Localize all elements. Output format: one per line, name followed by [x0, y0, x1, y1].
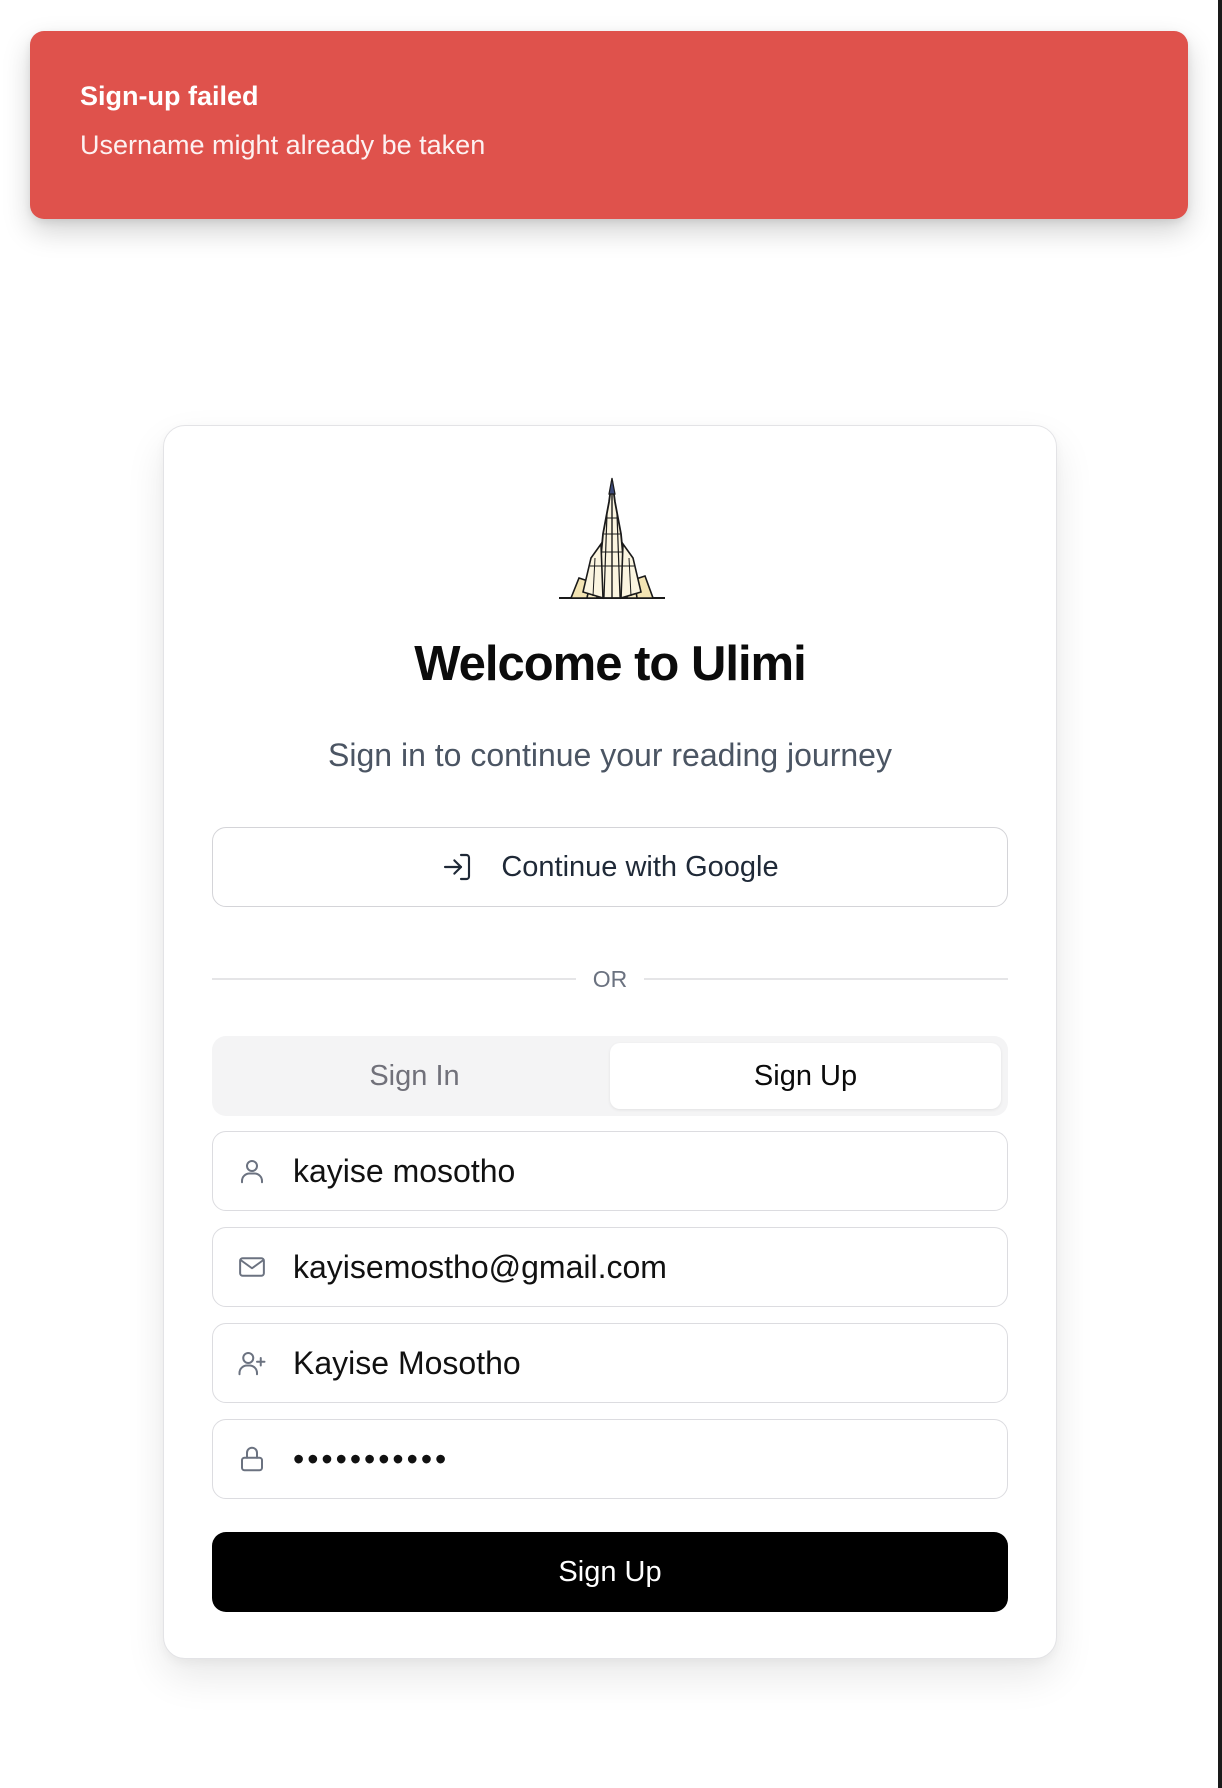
log-in-icon — [444, 853, 471, 881]
tower-illustration-icon — [557, 474, 667, 602]
divider-line — [644, 978, 1008, 980]
email-input[interactable] — [293, 1228, 1007, 1306]
google-button-label: Continue with Google — [501, 850, 779, 883]
display-name-field[interactable] — [212, 1323, 1008, 1403]
display-name-input[interactable] — [293, 1324, 1007, 1402]
email-field[interactable] — [212, 1227, 1008, 1307]
toast-description: Username might already be taken — [80, 130, 486, 160]
page-subtitle: Sign in to continue your reading journey — [328, 737, 892, 773]
toast-title: Sign-up failed — [80, 81, 259, 111]
divider-line — [212, 978, 576, 980]
user-icon — [237, 1156, 267, 1186]
password-input[interactable] — [293, 1420, 1007, 1498]
tab-sign-in[interactable]: Sign In — [219, 1043, 610, 1109]
password-field[interactable] — [212, 1419, 1008, 1499]
username-field[interactable] — [212, 1131, 1008, 1211]
sign-up-button[interactable]: Sign Up — [212, 1532, 1008, 1612]
window-edge — [1218, 0, 1222, 1788]
app-viewport: Sign-up failed Username might already be… — [0, 0, 1222, 1788]
tab-sign-up[interactable]: Sign Up — [610, 1043, 1001, 1109]
auth-tabs: Sign In Sign Up — [212, 1036, 1008, 1116]
lock-icon — [237, 1444, 267, 1474]
or-divider: OR — [212, 964, 1008, 994]
page-title: Welcome to Ulimi — [414, 637, 807, 691]
username-input[interactable] — [293, 1132, 1007, 1210]
auth-card: Welcome to Ulimi Sign in to continue you… — [163, 425, 1057, 1659]
divider-label: OR — [592, 965, 628, 992]
continue-with-google-button[interactable]: Continue with Google — [212, 827, 1008, 907]
user-plus-icon — [237, 1348, 267, 1378]
error-toast[interactable]: Sign-up failed Username might already be… — [30, 31, 1188, 219]
mail-icon — [237, 1252, 267, 1282]
